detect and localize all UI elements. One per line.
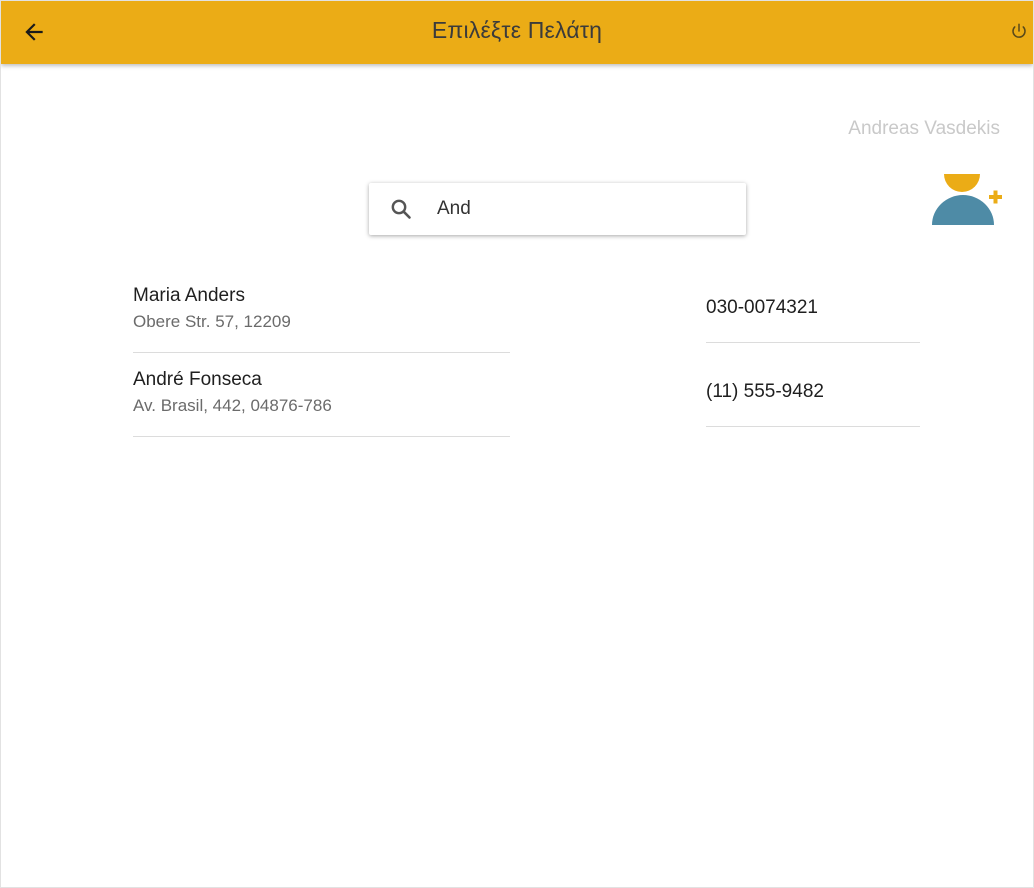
power-icon bbox=[1012, 23, 1026, 38]
app-bar: Επιλέξτε Πελάτη bbox=[1, 1, 1033, 64]
customer-phone: (11) 555-9482 bbox=[706, 381, 824, 402]
customer-address: Obere Str. 57, 12209 bbox=[133, 312, 291, 331]
add-person-icon bbox=[932, 174, 1002, 225]
customer-info: Maria Anders Obere Str. 57, 12209 bbox=[133, 269, 510, 353]
customer-name: André Fonseca bbox=[133, 369, 262, 390]
search-bar bbox=[369, 183, 746, 235]
customer-address: Av. Brasil, 442, 04876-786 bbox=[133, 396, 332, 415]
customer-phone-cell: (11) 555-9482 bbox=[706, 353, 920, 427]
page-title: Επιλέξτε Πελάτη bbox=[431, 17, 603, 43]
app-window: Επιλέξτε Πελάτη Andreas Vasdekis Maria A… bbox=[0, 0, 1034, 888]
logout-button[interactable] bbox=[1007, 19, 1031, 43]
customer-name: Maria Anders bbox=[133, 285, 245, 306]
add-customer-button[interactable] bbox=[929, 171, 1005, 229]
current-user-name: Andreas Vasdekis bbox=[848, 118, 1000, 139]
customer-phone: 030-0074321 bbox=[706, 297, 818, 318]
customer-list: Maria Anders Obere Str. 57, 12209 030-00… bbox=[133, 269, 920, 437]
customer-phone-cell: 030-0074321 bbox=[706, 269, 920, 343]
customer-info: André Fonseca Av. Brasil, 442, 04876-786 bbox=[133, 353, 510, 437]
search-input[interactable] bbox=[437, 193, 727, 225]
list-item[interactable]: Maria Anders Obere Str. 57, 12209 030-00… bbox=[133, 269, 920, 353]
list-item[interactable]: André Fonseca Av. Brasil, 442, 04876-786… bbox=[133, 353, 920, 437]
search-icon bbox=[391, 199, 411, 219]
